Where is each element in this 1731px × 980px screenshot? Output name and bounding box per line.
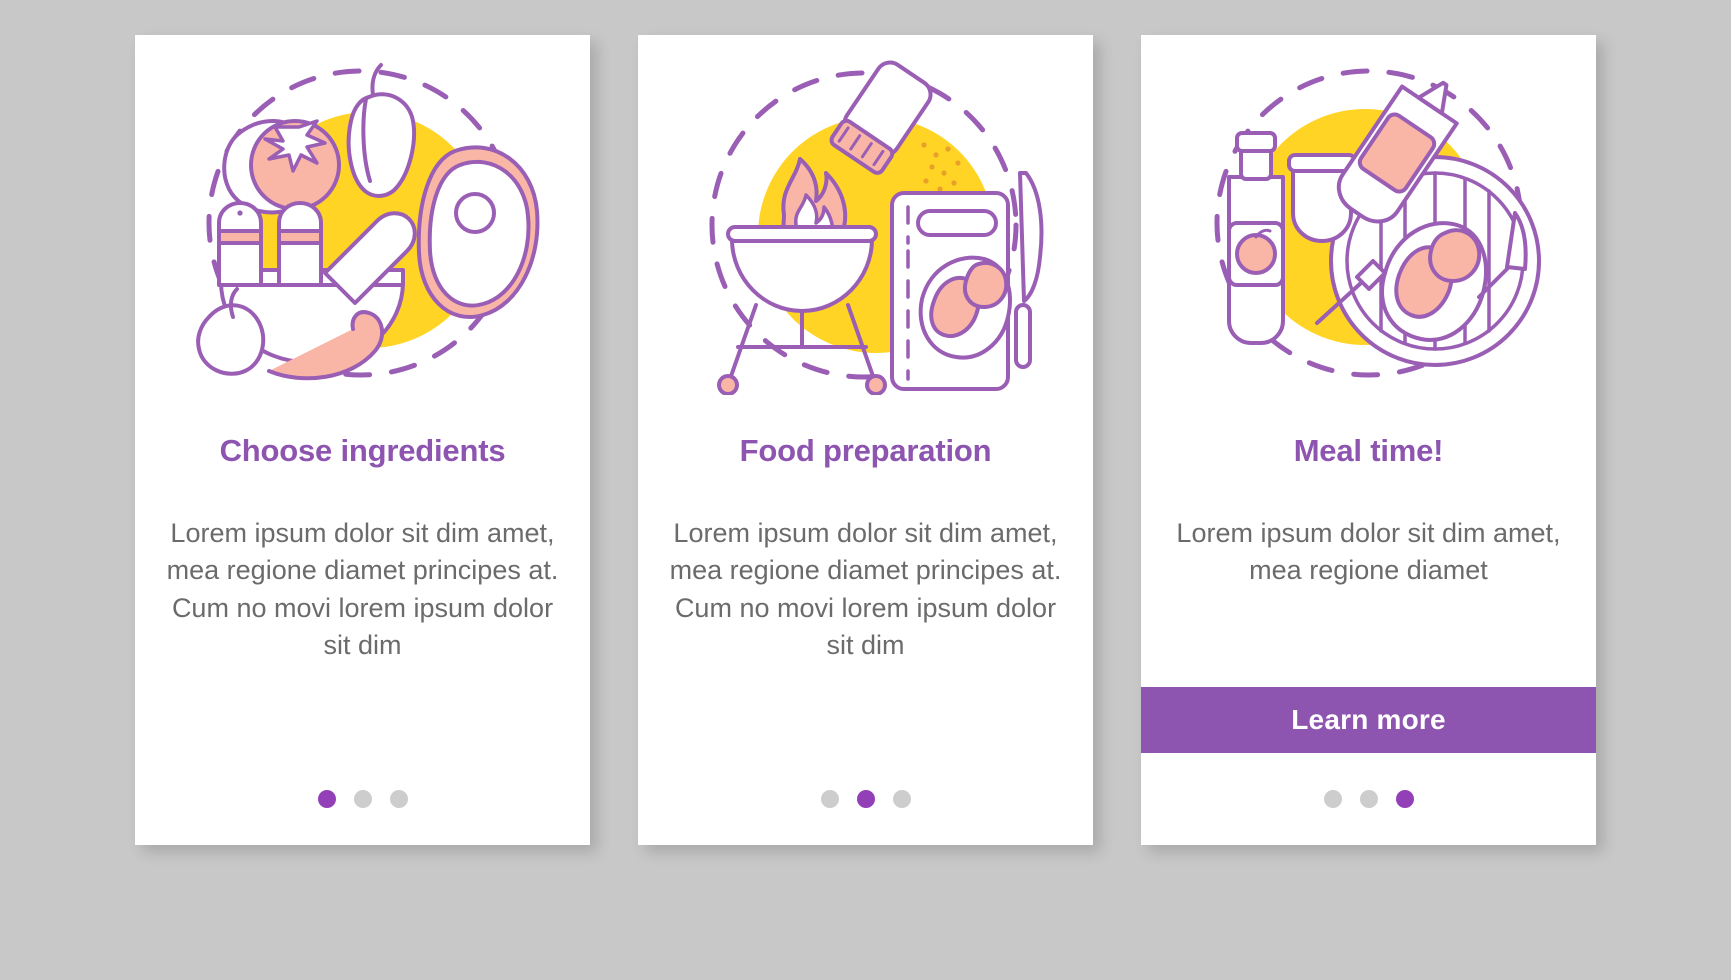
pagination-dot-2[interactable] [353, 790, 372, 808]
meal-illustration [1141, 35, 1596, 415]
card-body-text: Lorem ipsum dolor sit dim amet, mea regi… [166, 518, 559, 660]
pagination-dot-1[interactable] [820, 790, 839, 808]
pagination-dot-2[interactable] [1359, 790, 1378, 808]
pagination-dots [135, 753, 590, 845]
pagination-dots [638, 753, 1093, 845]
card-body-text: Lorem ipsum dolor sit dim amet, mea regi… [1176, 518, 1561, 586]
onboarding-card-choose-ingredients: Choose ingredients Lorem ipsum dolor sit… [135, 35, 590, 845]
onboarding-card-meal-time: Meal time! Lorem ipsum dolor sit dim ame… [1141, 35, 1596, 845]
onboarding-card-food-preparation: Food preparation Lorem ipsum dolor sit d… [638, 35, 1093, 845]
pagination-dot-3[interactable] [389, 790, 408, 808]
pagination-dot-2[interactable] [856, 790, 875, 808]
card-title: Choose ingredients [219, 433, 506, 468]
card-title: Meal time! [1293, 433, 1444, 468]
card-body-text: Lorem ipsum dolor sit dim amet, mea regi… [669, 518, 1062, 660]
grill-illustration [638, 35, 1093, 415]
learn-more-button[interactable]: Learn more [1141, 687, 1596, 753]
ingredients-illustration [135, 35, 590, 415]
pagination-dot-1[interactable] [317, 790, 336, 808]
pagination-dot-3[interactable] [892, 790, 911, 808]
onboarding-screens: Choose ingredients Lorem ipsum dolor sit… [0, 0, 1731, 980]
card-title: Food preparation [739, 433, 992, 468]
pagination-dot-3[interactable] [1395, 790, 1414, 808]
pagination-dot-1[interactable] [1323, 790, 1342, 808]
pagination-dots [1141, 753, 1596, 845]
